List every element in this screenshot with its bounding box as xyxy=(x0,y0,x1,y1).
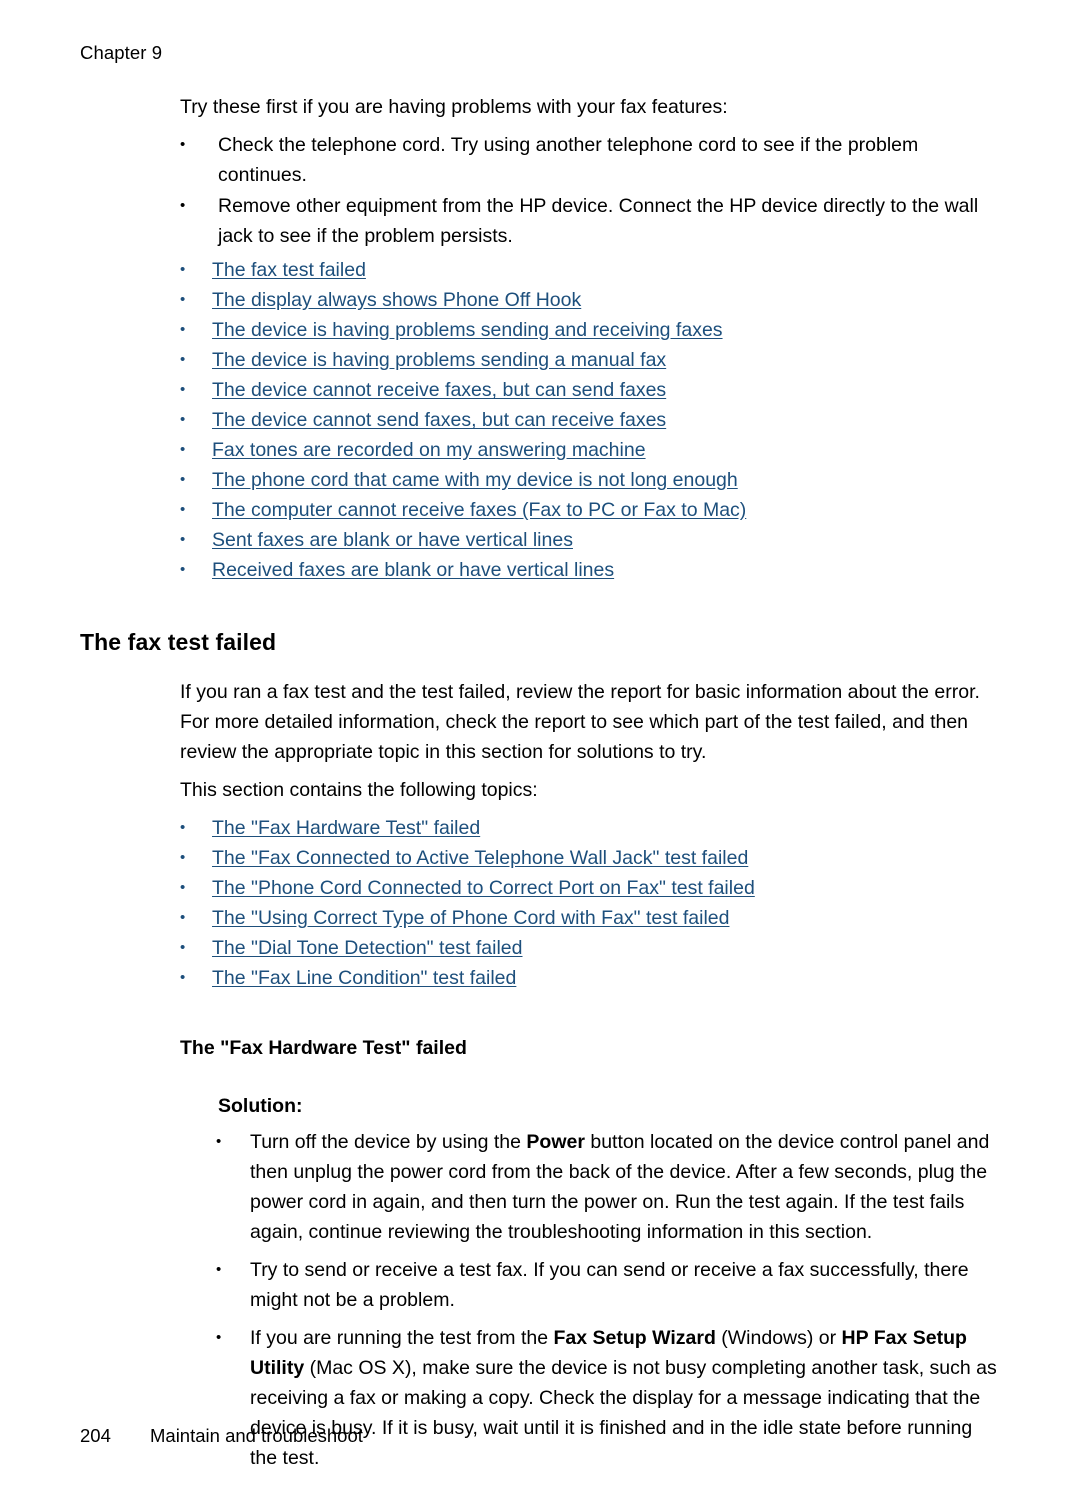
crossref-link-sending-receiving-faxes[interactable]: The device is having problems sending an… xyxy=(212,319,723,341)
crossref-link-fax-hardware-test[interactable]: The "Fax Hardware Test" failed xyxy=(212,817,480,839)
body-text: (Mac OS X), make sure the device is not … xyxy=(250,1357,997,1469)
body-text: Try to send or receive a test fax. If yo… xyxy=(250,1259,969,1311)
body-text: Turn off the device by using the xyxy=(250,1131,527,1153)
list-item: The "Fax Hardware Test" failed xyxy=(80,813,1000,843)
list-item: The device is having problems sending a … xyxy=(80,345,1000,375)
crossref-link-phone-cord-not-long-enough[interactable]: The phone cord that came with my device … xyxy=(212,469,738,491)
list-item: The device cannot receive faxes, but can… xyxy=(80,375,1000,405)
list-item: The "Phone Cord Connected to Correct Por… xyxy=(80,873,1000,903)
crossref-link-received-faxes-blank[interactable]: Received faxes are blank or have vertica… xyxy=(212,559,614,581)
crossref-link-cannot-send-faxes[interactable]: The device cannot send faxes, but can re… xyxy=(212,409,666,431)
footer-running-title: Maintain and troubleshoot xyxy=(150,1425,363,1446)
crossref-link-phone-off-hook[interactable]: The display always shows Phone Off Hook xyxy=(212,289,581,311)
list-item: Try to send or receive a test fax. If yo… xyxy=(80,1255,1000,1315)
page-content: Try these first if you are having proble… xyxy=(80,92,1000,1481)
subsection-title: The "Fax Hardware Test" failed xyxy=(180,1037,467,1059)
solution-label: Solution: xyxy=(218,1095,303,1117)
crossref-link-manual-fax[interactable]: The device is having problems sending a … xyxy=(212,349,666,371)
subsection-heading-wrapper: The "Fax Hardware Test" failed xyxy=(80,1033,1000,1063)
page-footer: 204 Maintain and troubleshoot xyxy=(80,1425,363,1447)
crossref-link-fax-tones-answering-machine[interactable]: Fax tones are recorded on my answering m… xyxy=(212,439,646,461)
chapter-running-header: Chapter 9 xyxy=(80,42,163,63)
list-item: The "Fax Connected to Active Telephone W… xyxy=(80,843,1000,873)
crossref-link-fax-line-condition[interactable]: The "Fax Line Condition" test failed xyxy=(212,967,516,989)
crossref-link-fax-test-failed[interactable]: The fax test failed xyxy=(212,259,366,281)
list-item: The phone cord that came with my device … xyxy=(80,465,1000,495)
list-item: The "Dial Tone Detection" test failed xyxy=(80,933,1000,963)
list-item: The fax test failed xyxy=(80,255,1000,285)
emphasis-text: Fax Setup Wizard xyxy=(553,1327,716,1349)
list-item: Turn off the device by using the Power b… xyxy=(80,1127,1000,1247)
intro-crossref-list: The fax test failed The display always s… xyxy=(80,255,1000,585)
section-heading-wrapper: The fax test failed xyxy=(80,627,1000,657)
intro-lead-paragraph: Try these first if you are having proble… xyxy=(180,96,728,118)
section-paragraph-2: This section contains the following topi… xyxy=(180,779,538,801)
list-item: Sent faxes are blank or have vertical li… xyxy=(80,525,1000,555)
crossref-link-computer-cannot-receive-faxes[interactable]: The computer cannot receive faxes (Fax t… xyxy=(212,499,746,521)
body-text: If you are running the test from the xyxy=(250,1327,554,1349)
intro-bullet-list: Check the telephone cord. Try using anot… xyxy=(80,130,1000,251)
body-text: (Windows) or xyxy=(715,1327,842,1349)
crossref-link-phone-cord-correct-port[interactable]: The "Phone Cord Connected to Correct Por… xyxy=(212,877,755,899)
crossref-link-sent-faxes-blank[interactable]: Sent faxes are blank or have vertical li… xyxy=(212,529,573,551)
section-crossref-list: The "Fax Hardware Test" failed The "Fax … xyxy=(80,813,1000,993)
crossref-link-dial-tone-detection[interactable]: The "Dial Tone Detection" test failed xyxy=(212,937,523,959)
list-item: Fax tones are recorded on my answering m… xyxy=(80,435,1000,465)
page-title: The fax test failed xyxy=(80,629,277,655)
list-item: The device is having problems sending an… xyxy=(80,315,1000,345)
list-item: The "Fax Line Condition" test failed xyxy=(80,963,1000,993)
document-page: Chapter 9 Try these first if you are hav… xyxy=(0,0,1080,1495)
crossref-link-correct-type-phone-cord[interactable]: The "Using Correct Type of Phone Cord wi… xyxy=(212,907,729,929)
crossref-link-cannot-receive-faxes[interactable]: The device cannot receive faxes, but can… xyxy=(212,379,666,401)
solution-heading-wrapper: Solution: xyxy=(80,1091,1000,1121)
list-item: The "Using Correct Type of Phone Cord wi… xyxy=(80,903,1000,933)
emphasis-text: Power xyxy=(526,1131,585,1153)
list-item: Received faxes are blank or have vertica… xyxy=(80,555,1000,585)
list-item: The computer cannot receive faxes (Fax t… xyxy=(80,495,1000,525)
list-item: If you are running the test from the Fax… xyxy=(80,1323,1000,1473)
list-item: Check the telephone cord. Try using anot… xyxy=(80,130,1000,190)
list-item: Remove other equipment from the HP devic… xyxy=(80,191,1000,251)
section-paragraph-1: If you ran a fax test and the test faile… xyxy=(180,681,980,763)
list-item: The display always shows Phone Off Hook xyxy=(80,285,1000,315)
solution-bullet-list: Turn off the device by using the Power b… xyxy=(80,1127,1000,1473)
page-number: 204 xyxy=(80,1425,111,1446)
list-item: The device cannot send faxes, but can re… xyxy=(80,405,1000,435)
crossref-link-fax-connected-wall-jack[interactable]: The "Fax Connected to Active Telephone W… xyxy=(212,847,748,869)
